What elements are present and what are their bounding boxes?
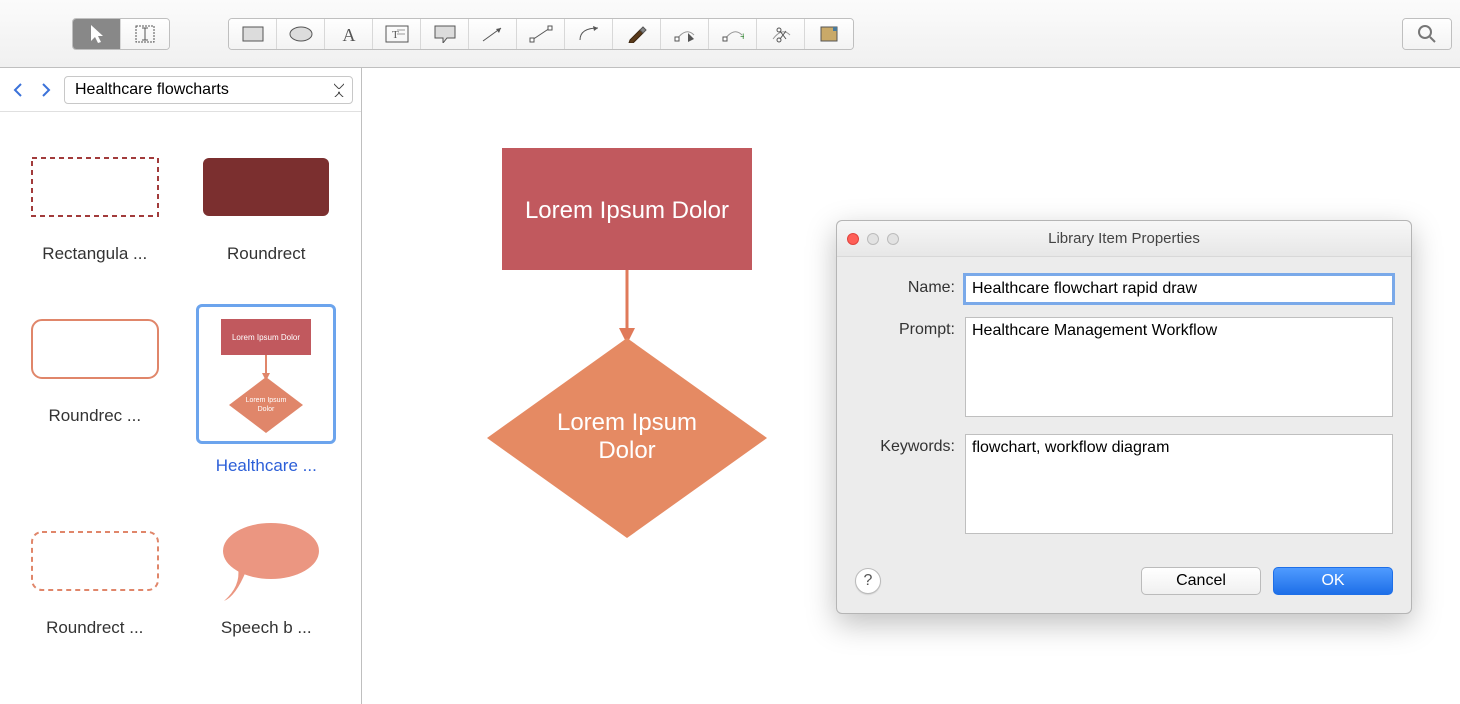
ellipse-tool[interactable] [277, 18, 325, 50]
letter-a-icon: A [339, 25, 359, 43]
window-controls [847, 233, 899, 245]
pointer-tools-group [72, 18, 170, 50]
dialog-footer: ? Cancel OK [837, 567, 1411, 613]
keywords-label: Keywords: [855, 434, 965, 537]
curve-tool[interactable] [565, 18, 613, 50]
swatch-tool[interactable] [805, 18, 853, 50]
shape-roundrect[interactable]: Roundrect [186, 142, 348, 264]
library-item-properties-dialog: Library Item Properties Name: Prompt: Ke… [836, 220, 1412, 614]
line-tool[interactable] [517, 18, 565, 50]
rectangle-icon [242, 26, 264, 42]
callout-icon [434, 25, 456, 43]
pointer-icon [89, 24, 105, 44]
text-cursor-icon [135, 25, 155, 43]
shape-label: Roundrec ... [48, 406, 141, 426]
textbox-icon: T [385, 25, 409, 43]
shape-preview [28, 516, 162, 606]
shape-roundrect-dashed[interactable]: Roundrect ... [14, 516, 176, 638]
scissors-icon [770, 25, 792, 43]
prompt-label: Prompt: [855, 317, 965, 420]
swatch-icon [819, 25, 839, 43]
shape-label: Healthcare ... [216, 456, 317, 476]
curve-icon [577, 25, 601, 43]
library-forward-button[interactable] [36, 78, 56, 102]
svg-text:Dolor: Dolor [258, 406, 275, 413]
prompt-input[interactable] [965, 317, 1393, 417]
shape-label: Roundrect [227, 244, 305, 264]
shape-preview [28, 304, 162, 394]
arrow-icon [481, 25, 505, 43]
diamond-text-line2: Dolor [598, 437, 655, 464]
ellipse-icon [289, 26, 313, 42]
shape-roundrec-outline[interactable]: Roundrec ... [14, 304, 176, 476]
window-zoom-button[interactable] [887, 233, 899, 245]
shape-speech-bubble[interactable]: Speech b ... [186, 516, 348, 638]
svg-text:A: A [342, 25, 355, 43]
shape-preview: Lorem Ipsum Dolor Lorem Ipsum Dolor [196, 304, 336, 444]
shape-rectangular[interactable]: Rectangula ... [14, 142, 176, 264]
shape-label: Rectangula ... [42, 244, 147, 264]
library-sidebar: Healthcare flowcharts Rectangula ... Rou… [0, 68, 362, 704]
ok-button[interactable]: OK [1273, 567, 1393, 595]
search-icon [1417, 24, 1437, 44]
scissors-tool[interactable] [757, 18, 805, 50]
shape-grid: Rectangula ... Roundrect Roundrec ... Lo… [0, 112, 361, 668]
pointer-tool[interactable] [73, 18, 121, 50]
svg-text:+: + [740, 31, 744, 43]
shape-healthcare[interactable]: Lorem Ipsum Dolor Lorem Ipsum Dolor Heal… [186, 304, 348, 476]
window-close-button[interactable] [847, 233, 859, 245]
chevron-right-icon [40, 82, 52, 98]
diamond-text-line1: Lorem Ipsum [557, 409, 697, 436]
shape-preview [199, 516, 333, 606]
window-minimize-button[interactable] [867, 233, 879, 245]
add-point-icon: + [722, 25, 744, 43]
search-button[interactable] [1403, 18, 1451, 50]
svg-text:T: T [392, 29, 399, 41]
add-point-tool[interactable]: + [709, 18, 757, 50]
library-selector-label: Healthcare flowcharts [75, 81, 229, 99]
edit-points-tool[interactable] [661, 18, 709, 50]
process-box-text: Lorem Ipsum Dolor [525, 197, 729, 224]
library-back-button[interactable] [8, 78, 28, 102]
help-button[interactable]: ? [855, 568, 881, 594]
library-selector[interactable]: Healthcare flowcharts [64, 76, 353, 104]
shape-label: Roundrect ... [46, 618, 143, 638]
search-group [1402, 18, 1452, 50]
shape-preview [199, 142, 333, 232]
main-toolbar: A T + [0, 0, 1460, 68]
keywords-input[interactable] [965, 434, 1393, 534]
svg-text:Lorem Ipsum: Lorem Ipsum [246, 397, 287, 404]
text-cursor-tool[interactable] [121, 18, 169, 50]
chevron-left-icon [12, 82, 24, 98]
pen-tool[interactable] [613, 18, 661, 50]
callout-tool[interactable] [421, 18, 469, 50]
text-tool[interactable]: A [325, 18, 373, 50]
textbox-tool[interactable]: T [373, 18, 421, 50]
dialog-title: Library Item Properties [837, 230, 1411, 247]
name-input[interactable] [965, 275, 1393, 303]
shape-tools-group: A T + [228, 18, 854, 50]
rectangle-tool[interactable] [229, 18, 277, 50]
line-icon [529, 25, 553, 43]
arrow-line-tool[interactable] [469, 18, 517, 50]
svg-text:Lorem Ipsum Dolor: Lorem Ipsum Dolor [232, 333, 300, 342]
cancel-button[interactable]: Cancel [1141, 567, 1261, 595]
name-label: Name: [855, 275, 965, 303]
dialog-body: Name: Prompt: Keywords: [837, 257, 1411, 567]
shape-preview [28, 142, 162, 232]
pen-icon [627, 25, 647, 43]
dialog-titlebar[interactable]: Library Item Properties [837, 221, 1411, 257]
sidebar-header: Healthcare flowcharts [0, 68, 361, 112]
shape-label: Speech b ... [221, 618, 312, 638]
edit-points-icon [674, 25, 696, 43]
